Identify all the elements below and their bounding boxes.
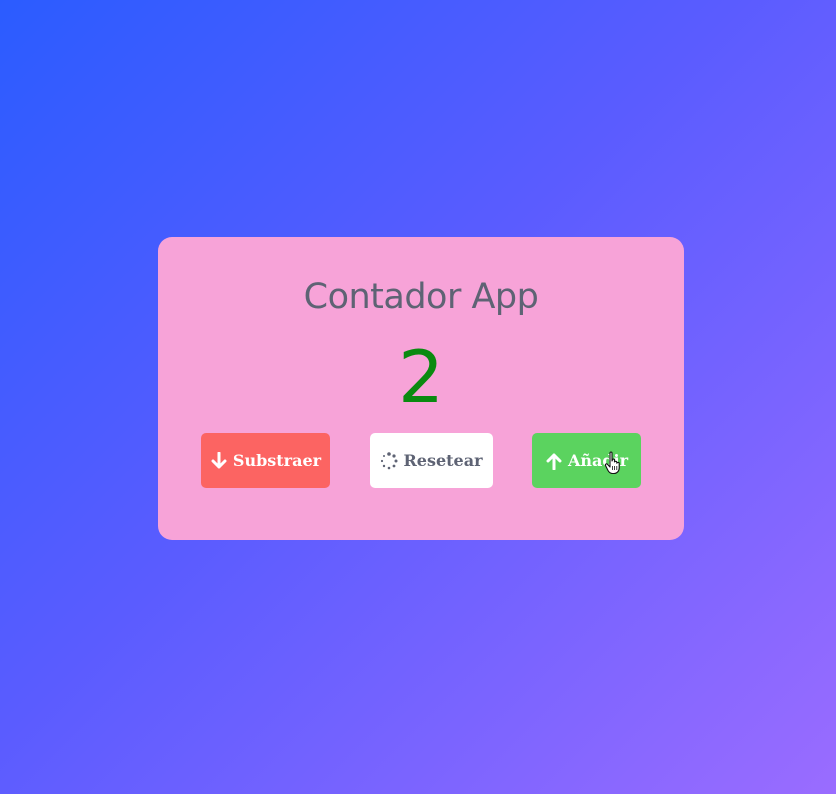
arrow-down-icon — [210, 451, 228, 470]
reset-button[interactable]: Resetear — [370, 433, 493, 488]
counter-card: Contador App 2 Substraer Resetear Añadir — [158, 237, 684, 540]
spinner-icon — [380, 451, 398, 470]
arrow-up-icon — [545, 452, 563, 470]
counter-value: 2 — [398, 335, 444, 419]
subtract-button-label: Substraer — [232, 451, 322, 470]
add-button[interactable]: Añadir — [532, 433, 641, 488]
app-title: Contador App — [303, 277, 539, 317]
add-button-label: Añadir — [567, 451, 629, 470]
reset-button-label: Resetear — [403, 451, 483, 470]
subtract-button[interactable]: Substraer — [201, 433, 330, 488]
